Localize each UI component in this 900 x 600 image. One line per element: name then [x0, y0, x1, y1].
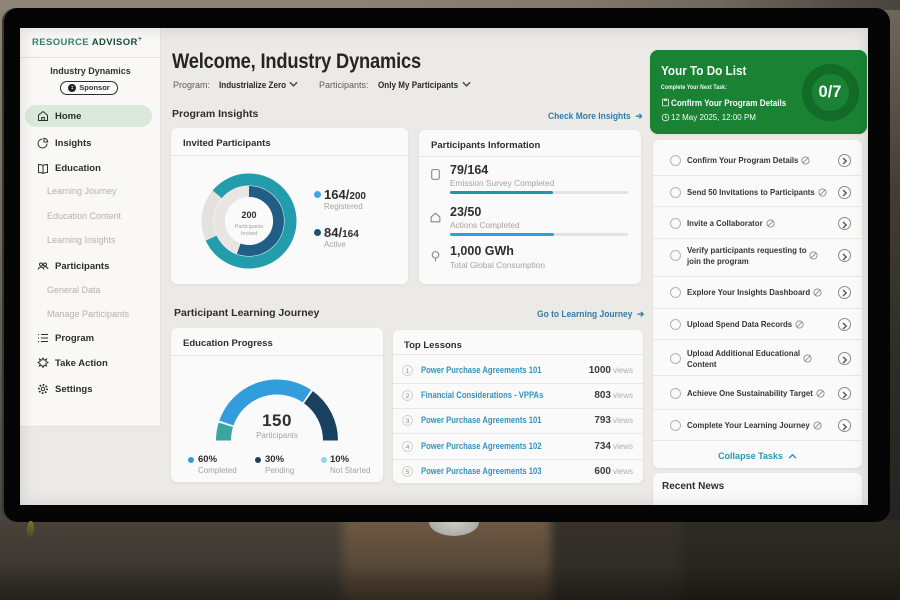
svg-text:200: 200: [241, 210, 256, 220]
svg-text:Participants: Participants: [235, 224, 264, 230]
svg-text:Invited: Invited: [241, 231, 257, 237]
